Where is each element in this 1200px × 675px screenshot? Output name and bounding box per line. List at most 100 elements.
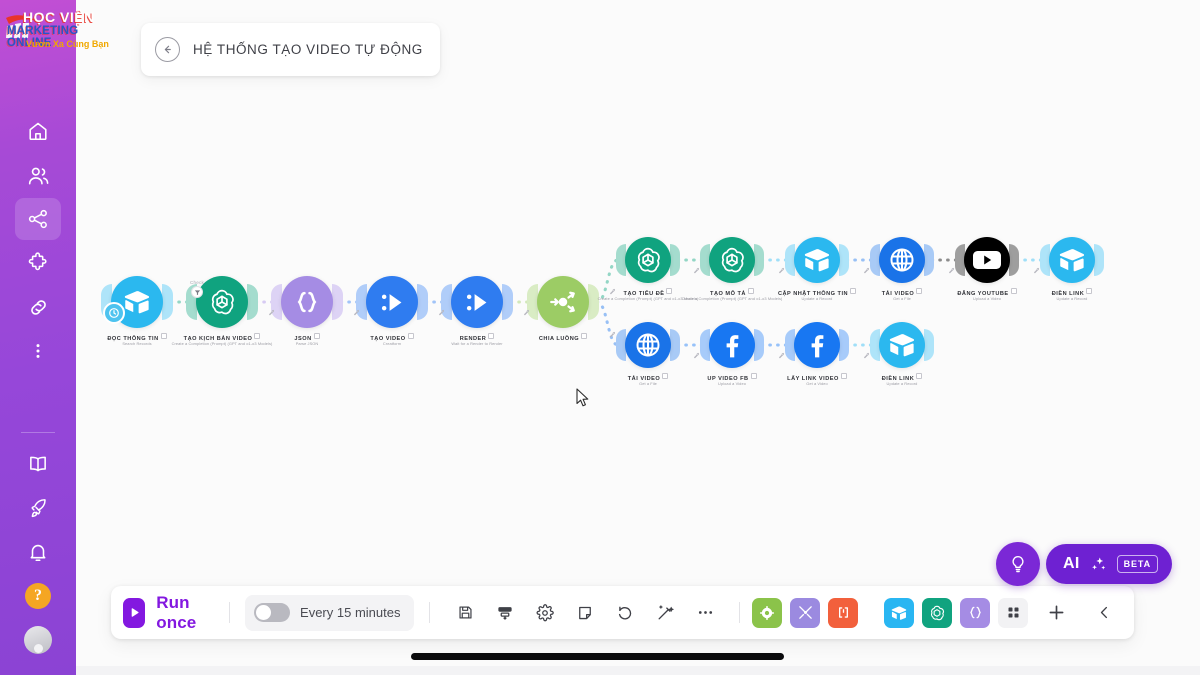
sidebar-item-whats-new[interactable] xyxy=(15,487,61,529)
gear-icon xyxy=(536,603,554,621)
module-output-connector[interactable] xyxy=(670,329,680,361)
link-settings-icon[interactable] xyxy=(693,267,700,276)
flow-control-button[interactable] xyxy=(752,597,782,628)
text-parser-icon xyxy=(838,607,848,618)
module-output-connector[interactable] xyxy=(1094,244,1104,276)
module-output-connector[interactable] xyxy=(417,284,428,320)
left-sidebar: ? xyxy=(0,0,76,675)
ai-ideas-button[interactable] xyxy=(996,542,1040,586)
link-settings-icon[interactable] xyxy=(778,352,785,361)
module-output-connector[interactable] xyxy=(924,244,934,276)
more-button[interactable] xyxy=(685,593,725,633)
link-settings-icon[interactable] xyxy=(523,309,530,318)
link-settings-icon[interactable] xyxy=(863,352,870,361)
schedule-switch[interactable] xyxy=(254,603,291,622)
note-icon xyxy=(579,606,592,619)
json-button[interactable] xyxy=(960,597,990,628)
schedule-clock-badge[interactable] xyxy=(103,302,125,324)
sidebar-item-docs[interactable] xyxy=(15,443,61,485)
run-once-label: Run once xyxy=(156,592,197,632)
link-settings-icon[interactable] xyxy=(1033,267,1040,276)
notes-button[interactable] xyxy=(565,593,605,633)
undo-button[interactable] xyxy=(605,593,645,633)
text-parser-button[interactable] xyxy=(828,597,858,628)
module-icon-facebook-icon[interactable] xyxy=(709,322,755,368)
ai-assistant-button[interactable]: AI BETA xyxy=(1046,544,1173,584)
link-settings-icon[interactable] xyxy=(948,267,955,276)
play-icon xyxy=(123,597,146,628)
module-output-connector[interactable] xyxy=(839,244,849,276)
module-icon-router-icon[interactable] xyxy=(537,276,589,328)
tools-button[interactable] xyxy=(790,597,820,628)
module-output-connector[interactable] xyxy=(247,284,258,320)
module-output-connector[interactable] xyxy=(1009,244,1019,276)
grid-icon xyxy=(1008,607,1018,618)
module-icon-airtable-icon[interactable] xyxy=(879,322,925,368)
ai-label: AI xyxy=(1063,555,1080,572)
module-output-connector[interactable] xyxy=(754,329,764,361)
module-output-connector[interactable] xyxy=(670,244,680,276)
module-sublabel: Update a Record xyxy=(1056,296,1088,301)
sidebar-item-team[interactable] xyxy=(15,154,61,196)
module-output-connector[interactable] xyxy=(332,284,343,320)
link-settings-icon[interactable] xyxy=(863,267,870,276)
schedule-toggle[interactable]: Every 15 minutes xyxy=(245,594,415,631)
module-output-connector[interactable] xyxy=(839,329,849,361)
link-settings-icon[interactable] xyxy=(693,352,700,361)
filter-icon xyxy=(191,286,203,298)
json-icon xyxy=(969,606,981,619)
run-once-button[interactable]: Run once xyxy=(123,593,214,633)
module-output-connector[interactable] xyxy=(502,284,513,320)
collapse-button[interactable] xyxy=(1084,593,1124,633)
dots-vertical-icon xyxy=(36,344,40,358)
link-icon xyxy=(30,299,46,315)
module-icon-http-icon[interactable] xyxy=(625,322,671,368)
link-settings-icon[interactable] xyxy=(438,309,445,318)
module-icon-json-icon[interactable] xyxy=(281,276,333,328)
module-icon-openai-icon[interactable] xyxy=(625,237,671,283)
app-shortcut-group xyxy=(752,593,1124,633)
module-output-connector[interactable] xyxy=(924,329,934,361)
sidebar-item-help[interactable]: ? xyxy=(15,575,61,617)
sidebar-item-templates[interactable] xyxy=(15,242,61,284)
sidebar-divider xyxy=(21,432,55,433)
module-icon-creatomate-icon[interactable] xyxy=(451,276,503,328)
link-settings-icon[interactable] xyxy=(609,331,616,340)
link-settings-icon[interactable] xyxy=(609,288,616,297)
bottom-toolbar: Run once Every 15 minutes xyxy=(111,586,1134,639)
back-button[interactable] xyxy=(155,37,180,62)
module-output-connector[interactable] xyxy=(162,284,173,320)
align-button[interactable] xyxy=(485,593,525,633)
link-settings-icon[interactable] xyxy=(353,309,360,318)
module-icon-airtable-icon[interactable] xyxy=(1049,237,1095,283)
module-output-connector[interactable] xyxy=(754,244,764,276)
save-button[interactable] xyxy=(445,593,485,633)
module-icon-creatomate-icon[interactable] xyxy=(366,276,418,328)
add-module-button[interactable] xyxy=(1036,593,1076,633)
module-icon-youtube-icon[interactable] xyxy=(964,237,1010,283)
filter-label: Check xyxy=(189,280,205,285)
horizontal-scrollbar[interactable] xyxy=(411,653,784,660)
airtable-button[interactable] xyxy=(884,597,914,628)
settings-button[interactable] xyxy=(525,593,565,633)
module-icon-http-icon[interactable] xyxy=(879,237,925,283)
module-icon-facebook-icon[interactable] xyxy=(794,322,840,368)
auto-align-button[interactable] xyxy=(645,593,685,633)
bell-icon xyxy=(30,544,46,562)
sidebar-item-more[interactable] xyxy=(15,330,61,372)
link-settings-icon[interactable] xyxy=(778,267,785,276)
magic-wand-icon xyxy=(658,605,674,620)
module-icon-openai-icon[interactable] xyxy=(709,237,755,283)
module-icon-airtable-icon[interactable] xyxy=(794,237,840,283)
sidebar-item-home[interactable] xyxy=(15,110,61,152)
apps-grid-button[interactable] xyxy=(998,597,1028,628)
link-settings-icon[interactable] xyxy=(268,309,275,318)
sidebar-item-connections[interactable] xyxy=(15,286,61,328)
sidebar-item-profile[interactable] xyxy=(15,619,61,661)
openai-button[interactable] xyxy=(922,597,952,628)
sidebar-item-notifications[interactable] xyxy=(15,531,61,573)
module-number-badge xyxy=(1086,288,1093,294)
sidebar-item-scenarios[interactable] xyxy=(15,198,61,240)
route-filter-check[interactable]: Check xyxy=(177,280,217,298)
toolbar-separator-3 xyxy=(739,602,740,623)
